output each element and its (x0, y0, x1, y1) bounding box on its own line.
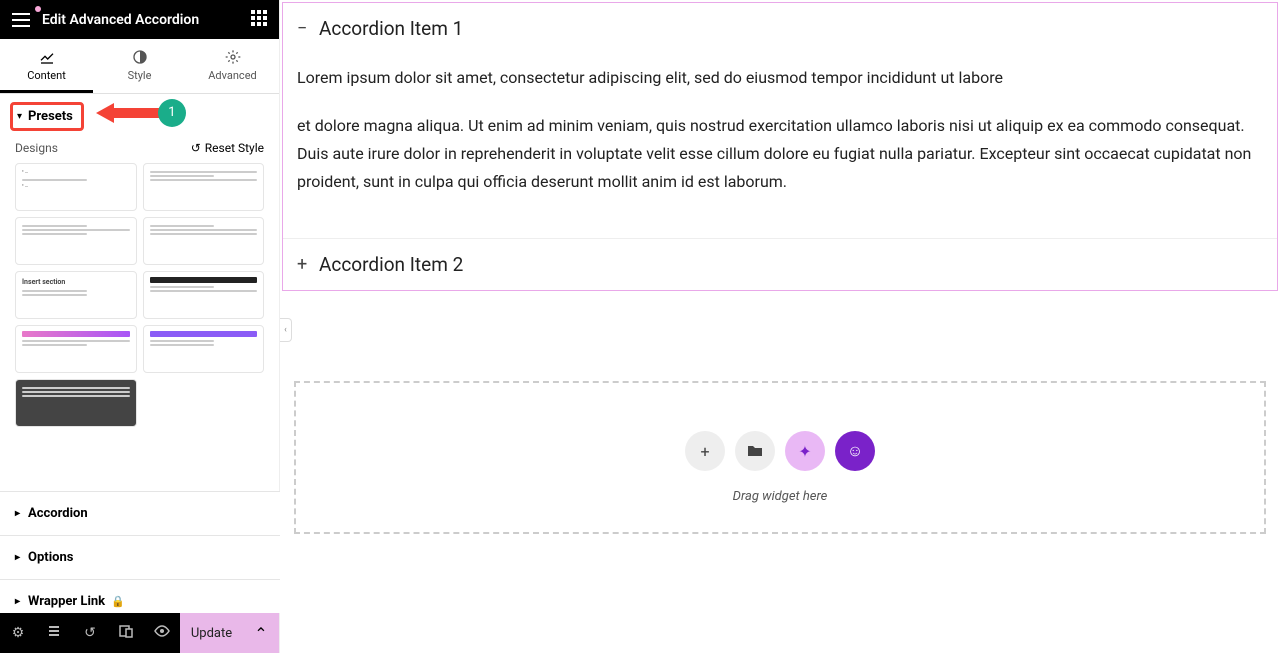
accordion-item-1: − Accordion Item 1 Lorem ipsum dolor sit… (283, 3, 1277, 239)
drop-zone-actions: + ✦ ☺ (296, 431, 1264, 471)
responsive-icon[interactable] (108, 624, 144, 642)
preview-icon[interactable] (144, 625, 180, 641)
section-presets-title: Presets (28, 109, 73, 124)
preset-card[interactable] (143, 325, 265, 373)
add-template-button[interactable] (735, 431, 775, 471)
add-widget-button[interactable]: + (685, 431, 725, 471)
update-label: Update (191, 626, 232, 641)
panel-tabs: Content Style Advanced (0, 39, 279, 94)
accordion-item-1-header[interactable]: − Accordion Item 1 (283, 3, 1277, 54)
update-button[interactable]: Update (180, 613, 243, 653)
annotation-arrow: 1 (92, 99, 186, 127)
plus-icon: + (297, 254, 319, 275)
accordion-widget[interactable]: − Accordion Item 1 Lorem ipsum dolor sit… (282, 2, 1278, 291)
editor-sidebar: Edit Advanced Accordion Content Style Ad… (0, 0, 280, 653)
reset-style-label: Reset Style (205, 141, 264, 155)
accordion-item-2: + Accordion Item 2 (283, 239, 1277, 290)
preset-card[interactable]: Insert section (15, 271, 137, 319)
navigator-icon[interactable] (36, 624, 72, 642)
tab-style-label: Style (128, 69, 152, 82)
lock-icon: 🔒 (111, 595, 125, 608)
chevron-right-icon: ▸ (15, 508, 20, 519)
presets-grid: …… Insert section (0, 163, 279, 445)
preset-card[interactable] (143, 217, 265, 265)
tab-content[interactable]: Content (0, 39, 93, 93)
accordion-item-2-title: Accordion Item 2 (319, 253, 463, 276)
designs-label: Designs (15, 141, 58, 155)
section-accordion-title: Accordion (28, 506, 88, 521)
apps-grid-icon[interactable] (251, 10, 267, 30)
sparkle-icon: ✦ (798, 442, 811, 461)
chevron-down-icon: ▾ (17, 111, 22, 122)
notification-dot (35, 6, 41, 12)
face-icon: ☺ (847, 441, 863, 461)
folder-icon (747, 442, 763, 461)
section-presets-highlight[interactable]: ▾ Presets (10, 102, 84, 131)
drop-zone[interactable]: + ✦ ☺ Drag widget here (294, 381, 1266, 534)
chevron-right-icon: ▸ (15, 552, 20, 563)
tab-advanced-label: Advanced (208, 69, 256, 82)
tab-content-label: Content (27, 69, 66, 82)
chevron-right-icon: ▸ (15, 596, 20, 607)
tab-style[interactable]: Style (93, 39, 186, 93)
preview-canvas: ‹ − Accordion Item 1 Lorem ipsum dolor s… (280, 0, 1280, 653)
hamburger-icon[interactable] (12, 13, 32, 27)
preset-card[interactable] (143, 271, 265, 319)
update-options-button[interactable]: ⌃ (243, 613, 279, 653)
accordion-item-1-body: Lorem ipsum dolor sit amet, consectetur … (283, 54, 1277, 238)
undo-icon: ↺ (191, 141, 201, 155)
accordion-item-2-header[interactable]: + Accordion Item 2 (283, 239, 1277, 290)
section-options-title: Options (28, 550, 73, 565)
section-wrapper-title: Wrapper Link (28, 594, 105, 609)
plus-icon: + (700, 442, 709, 461)
accordion-body-paragraph: Lorem ipsum dolor sit amet, consectetur … (297, 64, 1263, 92)
reset-style-button[interactable]: ↺ Reset Style (191, 141, 264, 155)
panel-title: Edit Advanced Accordion (42, 12, 251, 28)
panel-footer: ⚙ ↺ Update ⌃ (0, 613, 279, 653)
panel-collapse-handle[interactable]: ‹ (280, 318, 292, 342)
ai-button[interactable]: ✦ (785, 431, 825, 471)
preset-card[interactable] (15, 217, 137, 265)
preset-card[interactable] (15, 379, 137, 427)
panel-header: Edit Advanced Accordion (0, 0, 279, 39)
drop-zone-text: Drag widget here (296, 489, 1264, 504)
preset-card[interactable]: …… (15, 163, 137, 211)
annotation-step-badge: 1 (158, 99, 186, 127)
preset-card[interactable] (15, 325, 137, 373)
settings-icon[interactable]: ⚙ (0, 625, 36, 641)
minus-icon: − (297, 18, 319, 39)
magic-button[interactable]: ☺ (835, 431, 875, 471)
tab-advanced[interactable]: Advanced (186, 39, 279, 93)
preset-card[interactable] (143, 163, 265, 211)
history-icon[interactable]: ↺ (72, 625, 108, 641)
accordion-item-1-title: Accordion Item 1 (319, 17, 463, 40)
chevron-up-icon: ⌃ (254, 624, 267, 643)
accordion-body-paragraph: et dolore magna aliqua. Ut enim ad minim… (297, 112, 1263, 196)
